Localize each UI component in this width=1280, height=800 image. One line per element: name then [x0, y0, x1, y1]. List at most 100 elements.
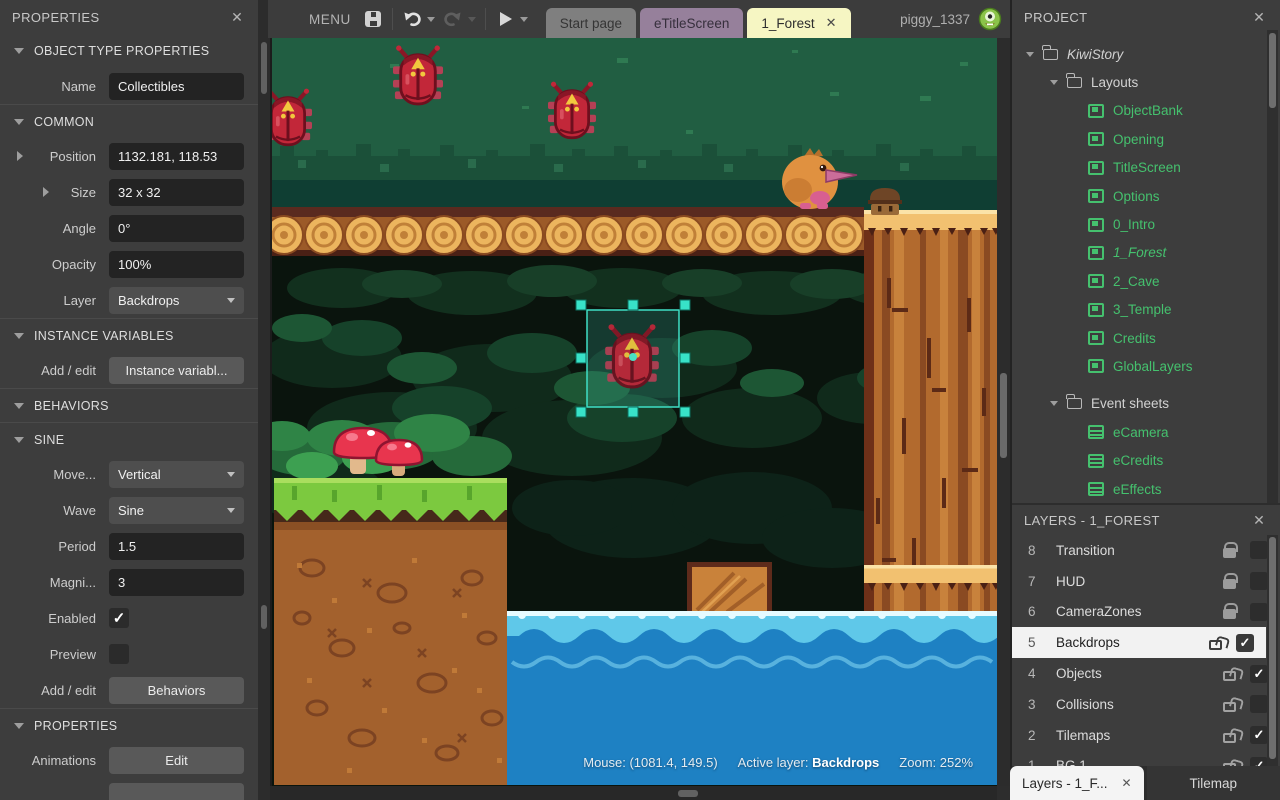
project-scrollbar[interactable] — [1269, 33, 1276, 108]
tab-tilemap[interactable]: Tilemap — [1147, 766, 1280, 800]
tree-item-3-temple[interactable]: 3_Temple — [1012, 296, 1280, 324]
tree-item-ecredits[interactable]: eCredits — [1012, 446, 1280, 474]
layout-canvas[interactable]: Mouse: (1081.4, 149.5) Active layer: Bac… — [270, 38, 997, 786]
animations-edit-button[interactable]: Edit — [109, 747, 244, 774]
expand-icon[interactable] — [17, 151, 23, 161]
section-instance-variables[interactable]: INSTANCE VARIABLES — [0, 318, 258, 352]
visibility-checkbox[interactable] — [1250, 665, 1268, 683]
lock-closed-icon[interactable] — [1223, 609, 1236, 619]
layer-row-backdrops[interactable]: 5Backdrops — [1012, 627, 1266, 658]
close-tab-icon[interactable] — [1121, 776, 1131, 790]
close-tab-icon[interactable] — [826, 15, 837, 31]
layers-scrollbar[interactable] — [1269, 537, 1276, 759]
layer-dropdown[interactable]: Backdrops — [109, 287, 244, 314]
visibility-checkbox[interactable] — [1250, 695, 1268, 713]
layer-row-collisions[interactable]: 3Collisions — [1012, 689, 1280, 720]
dirt-block[interactable] — [274, 478, 507, 785]
undo-dropdown-icon[interactable] — [427, 17, 435, 22]
section-sine[interactable]: SINE — [0, 422, 258, 456]
redo-icon[interactable] — [443, 9, 463, 29]
behaviors-button[interactable]: Behaviors — [109, 677, 244, 704]
expand-icon[interactable] — [1050, 401, 1058, 406]
layer-row-transition[interactable]: 8Transition — [1012, 535, 1280, 566]
save-icon[interactable] — [363, 9, 383, 29]
tree-item-objectbank[interactable]: ObjectBank — [1012, 97, 1280, 125]
play-dropdown-icon[interactable] — [520, 17, 528, 22]
canvas-vertical-scrollbar[interactable] — [1000, 373, 1007, 458]
movement-dropdown[interactable]: Vertical — [109, 461, 244, 488]
lock-open-icon[interactable] — [1209, 640, 1222, 650]
enabled-checkbox[interactable] — [109, 608, 129, 628]
tree-item-layouts[interactable]: Layouts — [1012, 68, 1280, 96]
lock-open-icon[interactable] — [1223, 671, 1236, 681]
size-field[interactable]: 32 x 32 — [109, 179, 244, 206]
expand-icon[interactable] — [1050, 80, 1058, 85]
tree-trunk[interactable] — [864, 210, 997, 650]
avatar[interactable] — [978, 7, 1002, 31]
tree-item-ecamera[interactable]: eCamera — [1012, 418, 1280, 446]
layer-row-bg1[interactable]: 1BG 1 — [1012, 751, 1280, 766]
menu-icon[interactable] — [282, 12, 300, 26]
tree-item-eeffects[interactable]: eEffects — [1012, 475, 1280, 503]
canvas-left-scrollbar[interactable] — [261, 605, 267, 629]
layer-row-camerazones[interactable]: 6CameraZones — [1012, 597, 1280, 628]
lock-closed-icon[interactable] — [1223, 548, 1236, 558]
tree-item-opening[interactable]: Opening — [1012, 125, 1280, 153]
visibility-checkbox[interactable] — [1236, 634, 1254, 652]
undo-icon[interactable] — [402, 9, 422, 29]
layer-row-hud[interactable]: 7HUD — [1012, 566, 1280, 597]
opacity-field[interactable]: 100% — [109, 251, 244, 278]
name-field[interactable]: Collectibles — [109, 73, 244, 100]
tree-item-1-forest[interactable]: 1_Forest — [1012, 239, 1280, 267]
position-field[interactable]: 1132.181, 118.53 — [109, 143, 244, 170]
log-platform[interactable] — [272, 207, 864, 256]
layer-row-objects[interactable]: 4Objects — [1012, 658, 1280, 689]
selection-box[interactable] — [576, 300, 690, 417]
tab-start-page[interactable]: Start page — [546, 8, 636, 38]
properties-scrollbar[interactable] — [261, 42, 267, 94]
canvas-horizontal-scrollbar[interactable] — [678, 790, 698, 797]
magnitude-field[interactable]: 3 — [109, 569, 244, 596]
tab-etitlescreen[interactable]: eTitleScreen — [640, 8, 743, 38]
section-behaviors[interactable]: BEHAVIORS — [0, 388, 258, 422]
visibility-checkbox[interactable] — [1250, 603, 1268, 621]
close-icon[interactable] — [1250, 511, 1268, 529]
tree-item-globallayers[interactable]: GlobalLayers — [1012, 352, 1280, 380]
section-object-type-properties[interactable]: OBJECT TYPE PROPERTIES — [0, 34, 258, 68]
visibility-checkbox[interactable] — [1250, 541, 1268, 559]
lock-closed-icon[interactable] — [1223, 579, 1236, 589]
menu-button[interactable]: MENU — [309, 12, 351, 27]
layer-row-tilemaps[interactable]: 2Tilemaps — [1012, 720, 1280, 751]
play-icon[interactable] — [495, 9, 515, 29]
visibility-checkbox[interactable] — [1250, 572, 1268, 590]
lock-open-icon[interactable] — [1223, 702, 1236, 712]
tab-layers[interactable]: Layers - 1_F... — [1010, 766, 1144, 800]
period-field[interactable]: 1.5 — [109, 533, 244, 560]
section-properties[interactable]: PROPERTIES — [0, 708, 258, 742]
tree-item-titlescreen[interactable]: TitleScreen — [1012, 154, 1280, 182]
tab-1-forest[interactable]: 1_Forest — [747, 8, 850, 38]
tree-item-kiwistory[interactable]: KiwiStory — [1012, 40, 1280, 68]
tree-item-2-cave[interactable]: 2_Cave — [1012, 267, 1280, 295]
wave-dropdown[interactable]: Sine — [109, 497, 244, 524]
preview-checkbox[interactable] — [109, 644, 129, 664]
instance-variables-button[interactable]: Instance variabl... — [109, 357, 244, 384]
close-icon[interactable] — [1250, 8, 1268, 26]
close-icon[interactable] — [228, 8, 246, 26]
tree-item-credits[interactable]: Credits — [1012, 324, 1280, 352]
tree-item-0-intro[interactable]: 0_Intro — [1012, 210, 1280, 238]
redo-dropdown-icon[interactable] — [468, 17, 476, 22]
wooden-crate[interactable] — [687, 562, 772, 613]
section-common[interactable]: COMMON — [0, 104, 258, 138]
acorn-creature[interactable] — [868, 188, 902, 215]
visibility-checkbox[interactable] — [1250, 726, 1268, 744]
property-row-layer: Layer Backdrops — [0, 282, 258, 318]
expand-icon[interactable] — [43, 187, 49, 197]
angle-field[interactable]: 0° — [109, 215, 244, 242]
tree-item-options[interactable]: Options — [1012, 182, 1280, 210]
partial-button[interactable] — [109, 783, 244, 800]
expand-icon[interactable] — [1026, 52, 1034, 57]
lock-open-icon[interactable] — [1223, 733, 1236, 743]
tree-item-event-sheets[interactable]: Event sheets — [1012, 390, 1280, 418]
visibility-checkbox[interactable] — [1250, 757, 1268, 766]
